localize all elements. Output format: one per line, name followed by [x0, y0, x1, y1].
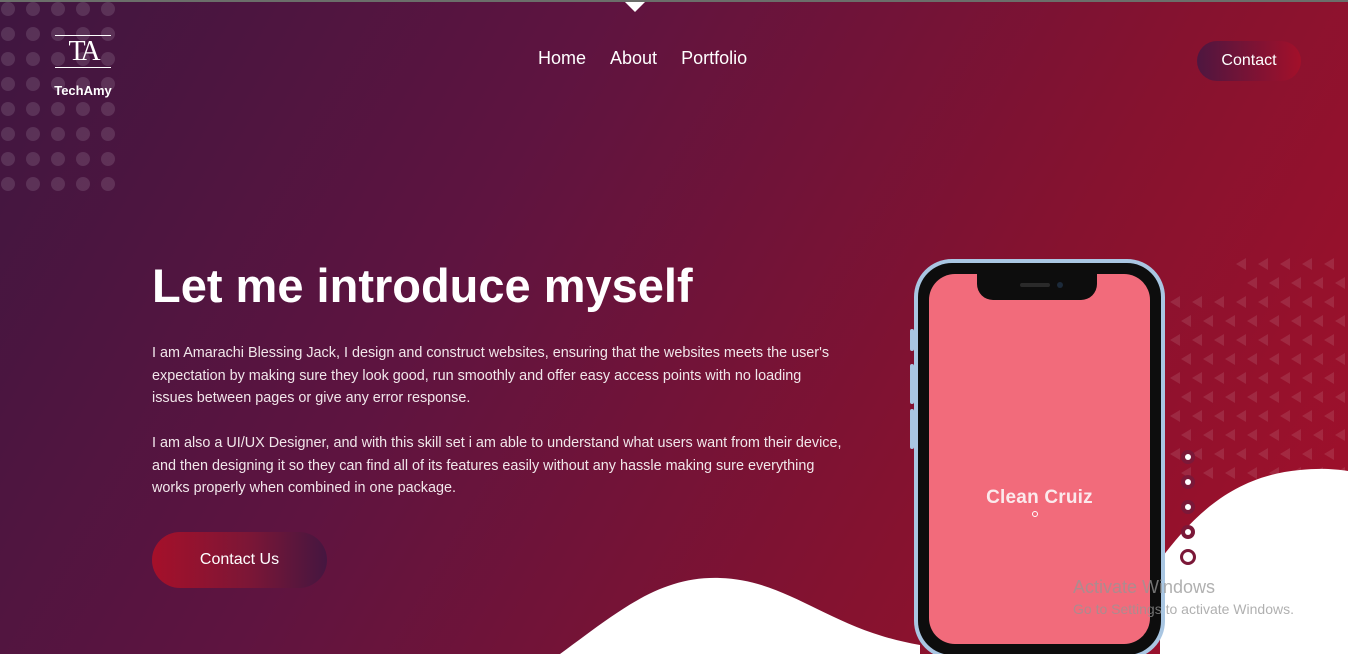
hero-title: Let me introduce myself	[152, 259, 693, 312]
slider-pagination	[1180, 450, 1196, 570]
wave-left	[560, 577, 920, 654]
logo[interactable]: TA TechAmy	[50, 32, 116, 102]
speaker-icon	[1020, 283, 1050, 287]
phone-side-button	[910, 364, 914, 404]
nav-item-home[interactable]: Home	[538, 48, 586, 69]
logo-bottom-rule	[55, 67, 111, 68]
logo-monogram: TA	[68, 36, 100, 67]
loading-spinner-icon	[1032, 511, 1038, 517]
phone-notch	[977, 274, 1097, 300]
slider-dot-icon[interactable]	[1181, 475, 1195, 489]
nav-item-portfolio[interactable]: Portfolio	[681, 48, 747, 69]
windows-watermark-title: Activate Windows	[1073, 577, 1216, 597]
phone-side-button	[910, 409, 914, 449]
slider-dot-icon[interactable]	[1181, 500, 1195, 514]
windows-watermark-subtitle: Go to Settings to activate Windows.	[1073, 601, 1294, 617]
slider-dot-icon[interactable]	[1181, 525, 1195, 539]
intro-paragraph-2: I am also a UI/UX Designer, and with thi…	[152, 435, 842, 496]
contact-us-button[interactable]: Contact Us	[152, 532, 327, 588]
camera-icon	[1057, 282, 1063, 288]
main-nav: Home About Portfolio	[538, 48, 747, 69]
intro-paragraph-1: I am Amarachi Blessing Jack, I design an…	[152, 345, 830, 406]
phone-app-name: Clean Cruiz	[986, 487, 1093, 508]
nav-item-about[interactable]: About	[610, 48, 657, 69]
phone-side-button	[910, 329, 914, 351]
slider-dot-icon-active[interactable]	[1180, 549, 1196, 565]
contact-button[interactable]: Contact	[1197, 41, 1301, 81]
slider-dot-icon[interactable]	[1181, 450, 1195, 464]
logo-brand-name: TechAmy	[54, 83, 112, 98]
